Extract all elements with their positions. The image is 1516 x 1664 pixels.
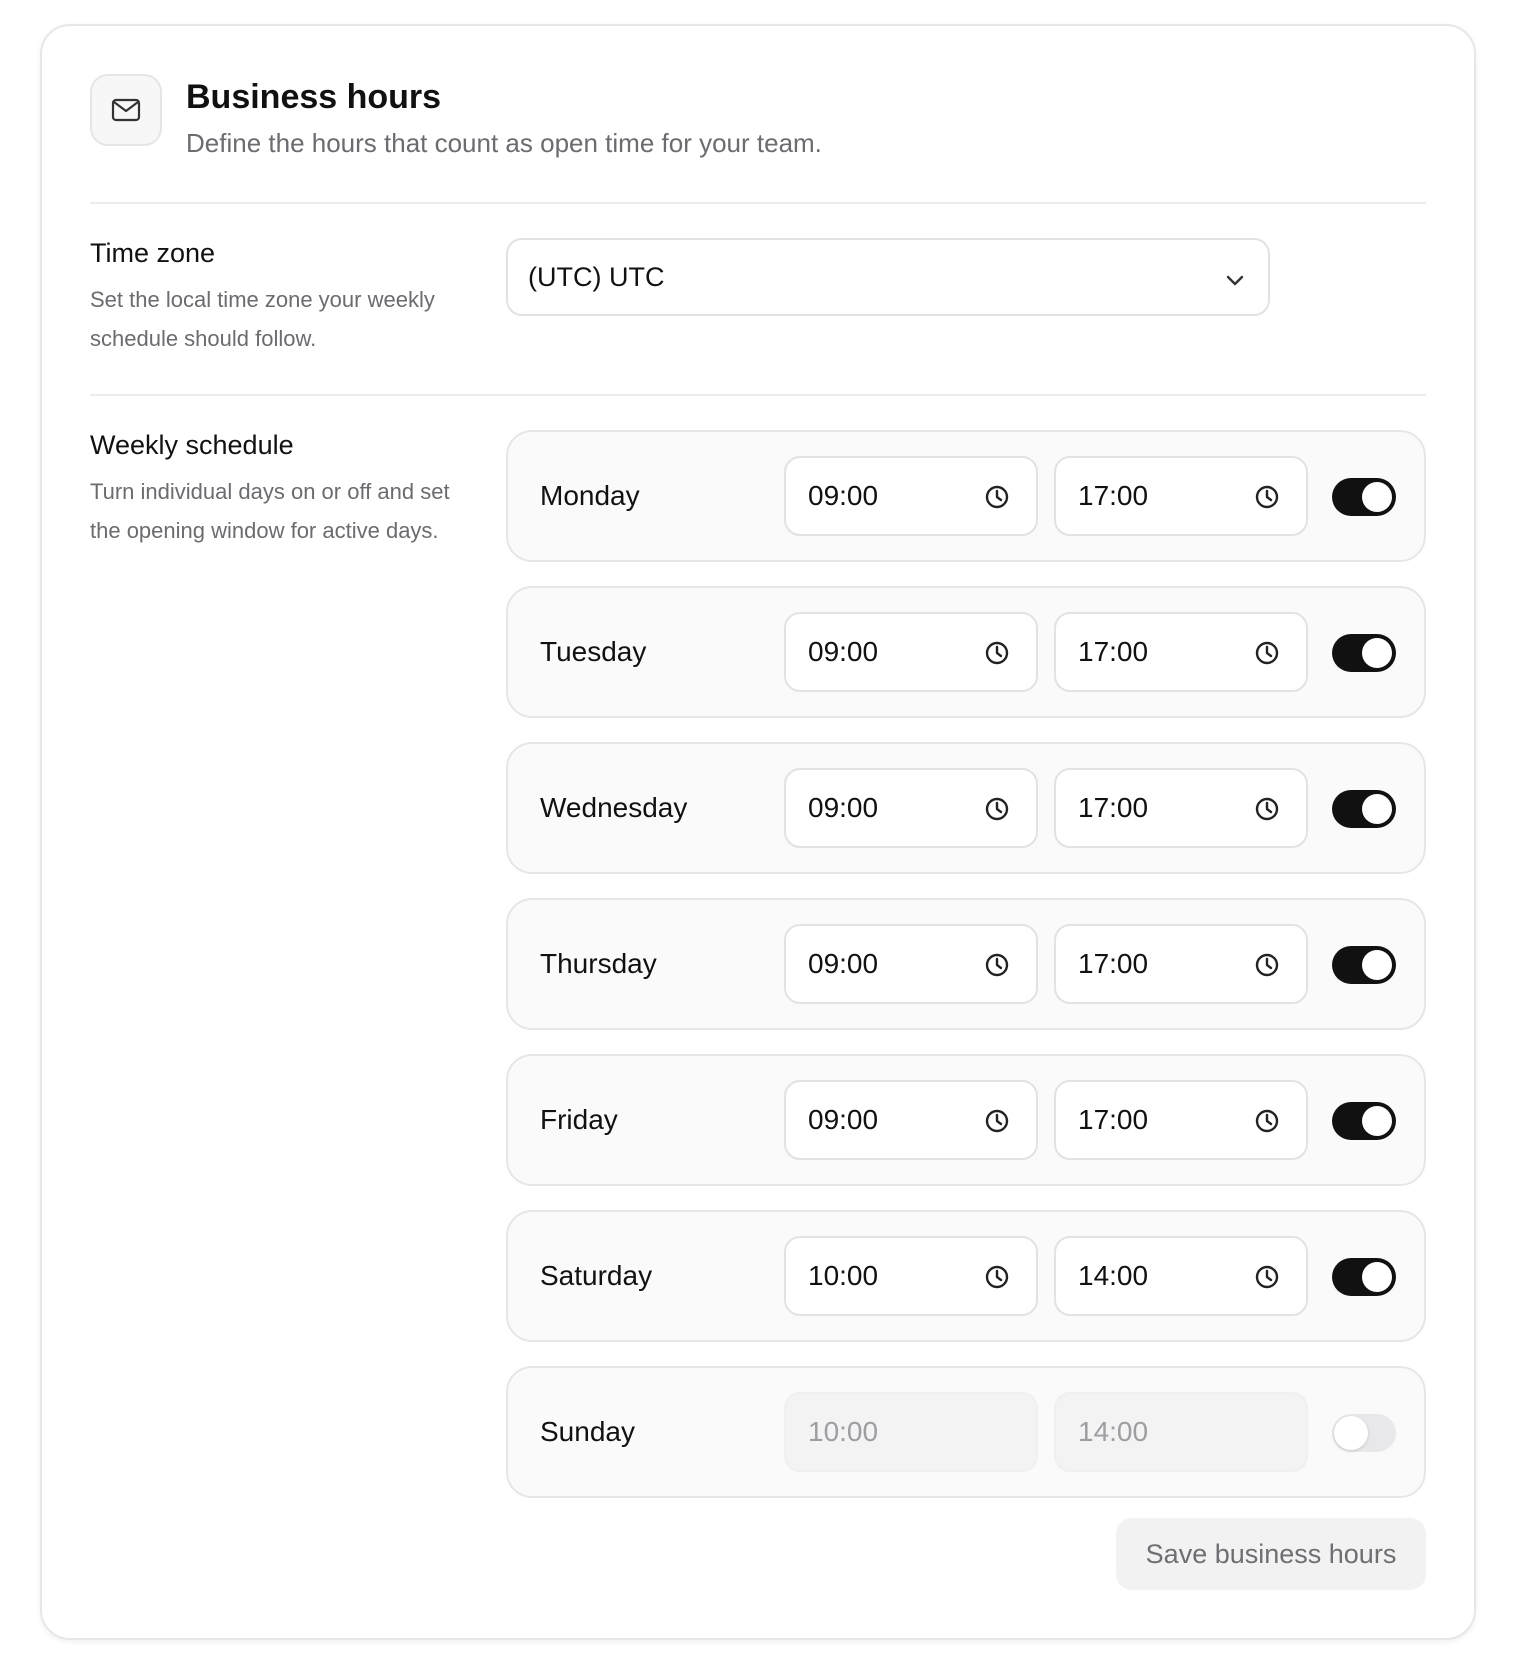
day-toggle[interactable] — [1332, 790, 1396, 828]
card-header: Business hours Define the hours that cou… — [90, 74, 1426, 204]
business-hours-card: Business hours Define the hours that cou… — [40, 24, 1476, 1640]
day-toggle[interactable] — [1332, 478, 1396, 516]
close-time-value: 14:00 — [1078, 1416, 1149, 1447]
schedule-title: Weekly schedule — [90, 430, 294, 460]
schedule-description: Turn individual days on or off and set t… — [90, 479, 450, 543]
toggle-knob — [1362, 950, 1392, 980]
close-time-input[interactable]: 14:00 — [1054, 1236, 1308, 1316]
day-name: Saturday — [540, 1260, 653, 1291]
day-row-thursday: Thursday 09:00 17:00 — [506, 898, 1426, 1030]
close-time-value: 17:00 — [1078, 480, 1149, 511]
open-time-value: 09:00 — [808, 792, 879, 823]
toggle-knob — [1362, 1262, 1392, 1292]
day-toggle[interactable] — [1332, 1102, 1396, 1140]
toggle-knob — [1334, 1416, 1368, 1450]
timezone-value: (UTC) UTC — [528, 261, 665, 292]
close-time-value: 17:00 — [1078, 792, 1149, 823]
day-row-tuesday: Tuesday 09:00 17:00 — [506, 586, 1426, 718]
close-time-input[interactable]: 17:00 — [1054, 768, 1308, 848]
timezone-select[interactable]: (UTC) UTC — [506, 238, 1270, 316]
open-time-input[interactable]: 09:00 — [784, 456, 1038, 536]
open-time-value: 10:00 — [808, 1260, 879, 1291]
clock-icon — [984, 1264, 1010, 1297]
open-time-value: 09:00 — [808, 1104, 879, 1135]
timezone-description: Set the local time zone your weekly sche… — [90, 287, 435, 351]
close-time-input[interactable]: 17:00 — [1054, 924, 1308, 1004]
page-subtitle: Define the hours that count as open time… — [186, 128, 822, 158]
page-title: Business hours — [186, 78, 442, 116]
mail-icon — [90, 74, 162, 146]
close-time-value: 17:00 — [1078, 948, 1149, 979]
open-time-input[interactable]: 09:00 — [784, 1080, 1038, 1160]
chevron-down-icon — [1224, 267, 1246, 298]
close-time-input[interactable]: 17:00 — [1054, 612, 1308, 692]
clock-icon — [984, 1108, 1010, 1141]
day-toggle[interactable] — [1332, 946, 1396, 984]
day-list: Monday 09:00 17:00 Tuesday 09:00 17:00 W… — [506, 430, 1426, 1522]
close-time-input[interactable]: 17:00 — [1054, 456, 1308, 536]
open-time-input[interactable]: 10:00 — [784, 1236, 1038, 1316]
close-time-input[interactable]: 17:00 — [1054, 1080, 1308, 1160]
day-name: Thursday — [540, 948, 657, 979]
day-name: Sunday — [540, 1416, 635, 1447]
open-time-value: 10:00 — [808, 1416, 879, 1447]
day-row-friday: Friday 09:00 17:00 — [506, 1054, 1426, 1186]
clock-icon — [1254, 796, 1280, 829]
close-time-value: 17:00 — [1078, 1104, 1149, 1135]
day-name: Tuesday — [540, 636, 647, 667]
clock-icon — [1254, 484, 1280, 517]
toggle-knob — [1362, 794, 1392, 824]
day-toggle[interactable] — [1332, 634, 1396, 672]
toggle-knob — [1362, 482, 1392, 512]
open-time-value: 09:00 — [808, 480, 879, 511]
clock-icon — [1254, 952, 1280, 985]
open-time-input[interactable]: 09:00 — [784, 768, 1038, 848]
timezone-title: Time zone — [90, 238, 216, 268]
weekly-schedule-section: Weekly schedule Turn individual days on … — [90, 396, 1426, 1590]
open-time-value: 09:00 — [808, 948, 879, 979]
save-button[interactable]: Save business hours — [1116, 1518, 1426, 1590]
day-toggle[interactable] — [1332, 1414, 1396, 1452]
day-name: Friday — [540, 1104, 618, 1135]
clock-icon — [1254, 1108, 1280, 1141]
open-time-input[interactable]: 10:00 — [784, 1392, 1038, 1472]
clock-icon — [984, 484, 1010, 517]
close-time-input[interactable]: 14:00 — [1054, 1392, 1308, 1472]
open-time-input[interactable]: 09:00 — [784, 612, 1038, 692]
day-row-monday: Monday 09:00 17:00 — [506, 430, 1426, 562]
clock-icon — [984, 640, 1010, 673]
close-time-value: 17:00 — [1078, 636, 1149, 667]
open-time-value: 09:00 — [808, 636, 879, 667]
day-row-sunday: Sunday 10:00 14:00 — [506, 1366, 1426, 1498]
day-name: Wednesday — [540, 792, 688, 823]
clock-icon — [984, 952, 1010, 985]
day-row-saturday: Saturday 10:00 14:00 — [506, 1210, 1426, 1342]
timezone-section: Time zone Set the local time zone your w… — [90, 204, 1426, 396]
open-time-input[interactable]: 09:00 — [784, 924, 1038, 1004]
toggle-knob — [1362, 638, 1392, 668]
clock-icon — [1254, 640, 1280, 673]
toggle-knob — [1362, 1106, 1392, 1136]
day-toggle[interactable] — [1332, 1258, 1396, 1296]
day-name: Monday — [540, 480, 640, 511]
day-row-wednesday: Wednesday 09:00 17:00 — [506, 742, 1426, 874]
clock-icon — [1254, 1264, 1280, 1297]
close-time-value: 14:00 — [1078, 1260, 1149, 1291]
clock-icon — [984, 796, 1010, 829]
